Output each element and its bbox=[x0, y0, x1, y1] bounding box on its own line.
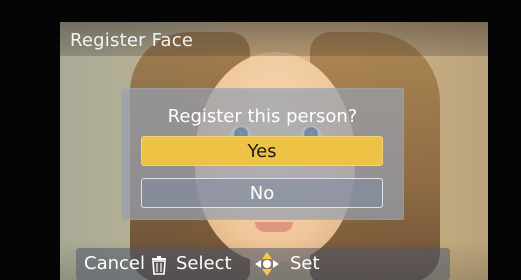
dialog-question: Register this person? bbox=[167, 106, 358, 127]
trash-icon bbox=[152, 256, 166, 275]
directional-pad-icon bbox=[255, 252, 279, 276]
set-hint-label[interactable]: Set bbox=[290, 251, 320, 277]
title-bar: Register Face bbox=[60, 22, 488, 56]
confirmation-dialog: Register this person? Yes No bbox=[121, 88, 404, 220]
control-hint-bar: Cancel Select Set bbox=[76, 248, 450, 280]
no-button[interactable]: No bbox=[141, 178, 383, 208]
cancel-hint-label[interactable]: Cancel bbox=[84, 251, 145, 277]
select-hint-label[interactable]: Select bbox=[176, 251, 232, 277]
yes-button[interactable]: Yes bbox=[141, 136, 383, 166]
subject-mouth bbox=[255, 222, 293, 232]
camera-display-frame: Register Face Register this person? Yes … bbox=[0, 0, 521, 280]
screen-title: Register Face bbox=[70, 30, 194, 51]
camera-screen: Register Face Register this person? Yes … bbox=[60, 22, 488, 280]
